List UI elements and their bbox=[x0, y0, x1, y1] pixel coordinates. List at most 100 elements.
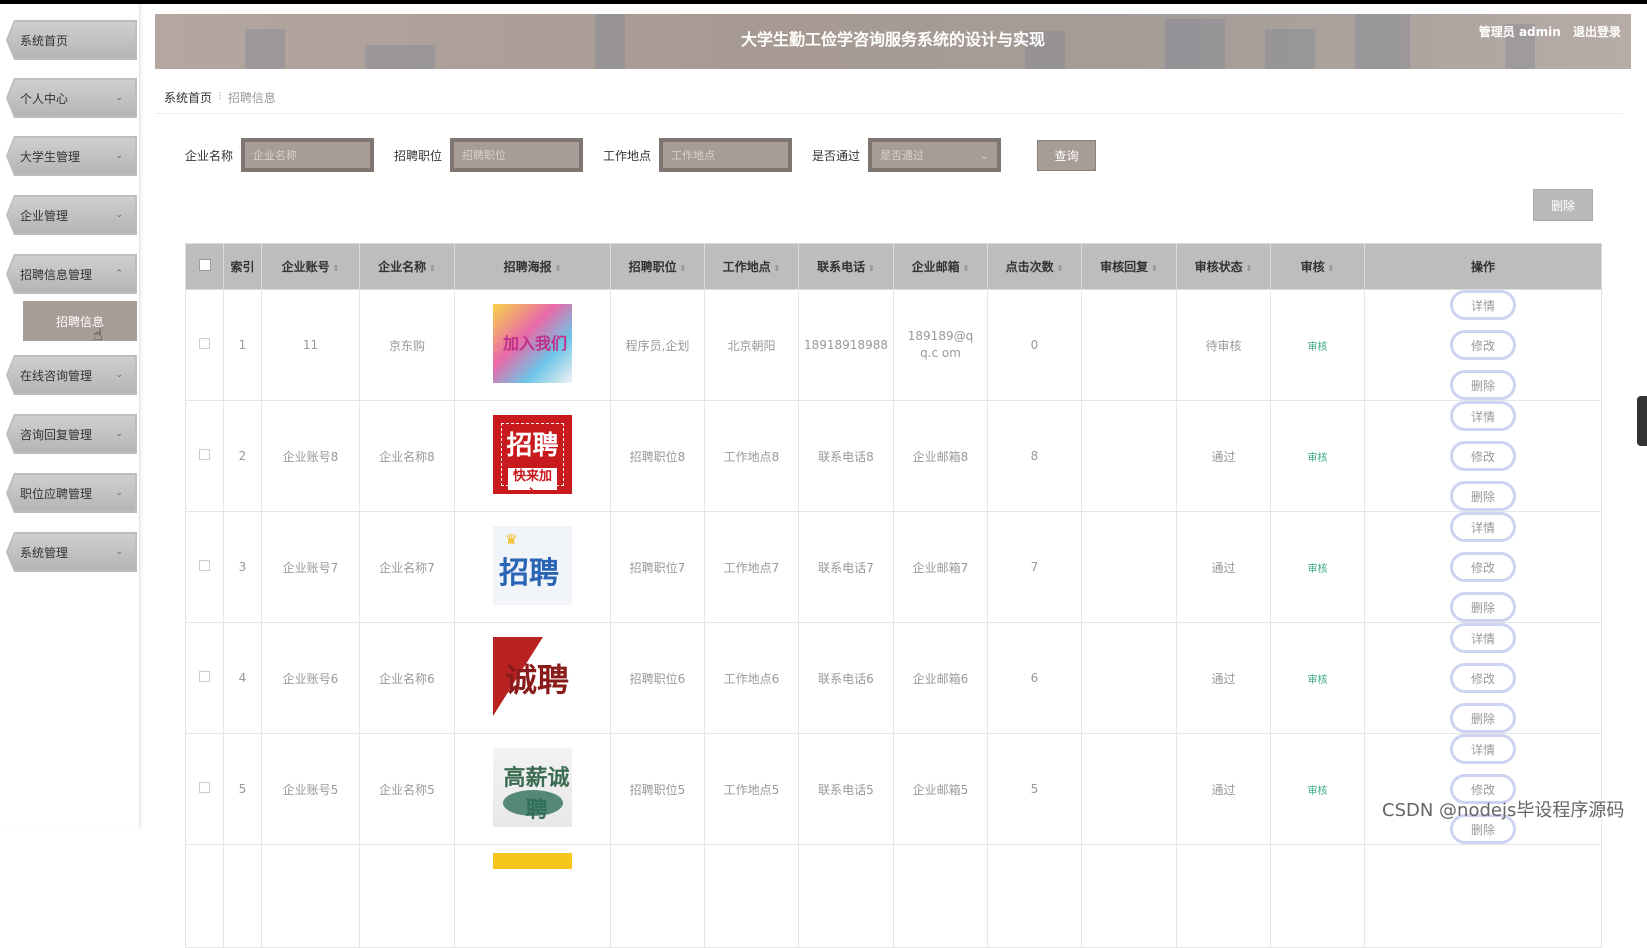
location-input[interactable]: 工作地点 bbox=[659, 138, 793, 172]
col-phone[interactable]: 联系电话 ⇕ bbox=[798, 243, 894, 290]
edit-button[interactable]: 修改 bbox=[1450, 663, 1516, 693]
col-company[interactable]: 企业名称 ⇕ bbox=[359, 243, 455, 290]
edit-button[interactable]: 修改 bbox=[1450, 441, 1516, 471]
row-checkbox-cell bbox=[185, 622, 224, 734]
cell-empty bbox=[359, 844, 455, 948]
detail-button[interactable]: 详情 bbox=[1450, 401, 1516, 431]
cell-audit: 审核 bbox=[1270, 622, 1365, 734]
cell-reply bbox=[1081, 622, 1177, 734]
col-label: 企业邮箱 bbox=[911, 260, 960, 274]
cell-empty bbox=[987, 844, 1082, 948]
query-button[interactable]: 查询 bbox=[1037, 139, 1097, 171]
audit-link[interactable]: 审核 bbox=[1308, 342, 1328, 353]
position-input[interactable]: 招聘职位 bbox=[450, 138, 584, 172]
poster-image: 招聘快来加入 bbox=[493, 415, 572, 494]
cell-poster: ♛ 招聘 bbox=[454, 511, 611, 623]
sidebar-item-label: 大学生管理 bbox=[20, 149, 81, 164]
table-row-partial bbox=[185, 844, 1602, 948]
top-border bbox=[0, 0, 1647, 4]
delete-button[interactable]: 删除 bbox=[1450, 703, 1516, 733]
delete-button[interactable]: 删除 bbox=[1450, 370, 1516, 400]
user-area: 管理员 admin 退出登录 bbox=[1471, 23, 1621, 40]
table-row: 2 企业账号8 企业名称8 招聘快来加入 招聘职位8 工作地点8 联系电话8 企… bbox=[185, 400, 1602, 512]
select-all-header bbox=[185, 243, 224, 290]
logout-link[interactable]: 退出登录 bbox=[1573, 25, 1621, 39]
cell-clicks: 8 bbox=[987, 400, 1082, 512]
sidebar-subitem-recruitment-info[interactable]: 招聘信息 bbox=[23, 301, 137, 341]
edit-button[interactable]: 修改 bbox=[1450, 552, 1516, 582]
col-account[interactable]: 企业账号 ⇕ bbox=[261, 243, 360, 290]
cell-location: 工作地点7 bbox=[704, 511, 799, 623]
sidebar-item-consult-reply[interactable]: 咨询回复管理 ⌄ bbox=[6, 414, 137, 454]
sidebar-item-system[interactable]: 系统管理 ⌄ bbox=[6, 532, 137, 572]
company-input[interactable]: 企业名称 bbox=[241, 138, 375, 172]
col-status[interactable]: 审核状态 ⇕ bbox=[1176, 243, 1271, 290]
col-position[interactable]: 招聘职位 ⇕ bbox=[610, 243, 705, 290]
sort-icon: ⇕ bbox=[868, 264, 875, 273]
cell-position: 招聘职位8 bbox=[610, 400, 705, 512]
audit-link[interactable]: 审核 bbox=[1308, 786, 1328, 797]
audit-link[interactable]: 审核 bbox=[1308, 675, 1328, 686]
cell-account: 11 bbox=[261, 289, 360, 401]
select-all-checkbox[interactable] bbox=[198, 259, 211, 271]
passed-select[interactable]: 是否通过 ⌄ bbox=[868, 138, 1002, 172]
sidebar-item-label: 系统首页 bbox=[20, 33, 69, 48]
col-clicks[interactable]: 点击次数 ⇕ bbox=[987, 243, 1082, 290]
col-location[interactable]: 工作地点 ⇕ bbox=[704, 243, 799, 290]
chevron-down-icon: ⌄ bbox=[115, 93, 123, 103]
delete-button[interactable]: 删除 bbox=[1450, 592, 1516, 622]
sidebar-item-personal-center[interactable]: 个人中心 ⌄ bbox=[6, 78, 137, 118]
col-email[interactable]: 企业邮箱 ⇕ bbox=[893, 243, 988, 290]
row-checkbox[interactable] bbox=[199, 560, 210, 571]
divider bbox=[155, 113, 1622, 114]
sidebar-item-online-consult[interactable]: 在线咨询管理 ⌄ bbox=[6, 355, 137, 395]
col-label: 企业名称 bbox=[378, 260, 427, 274]
passed-label: 是否通过 bbox=[812, 148, 861, 163]
cell-audit: 审核 bbox=[1270, 289, 1365, 401]
audit-link[interactable]: 审核 bbox=[1308, 564, 1328, 575]
sidebar-item-label: 企业管理 bbox=[20, 208, 69, 223]
sidebar-item-students[interactable]: 大学生管理 ⌄ bbox=[6, 136, 137, 176]
col-reply[interactable]: 审核回复 ⇕ bbox=[1081, 243, 1177, 290]
cell-poster: 诚聘 bbox=[454, 622, 611, 734]
sidebar-item-applications[interactable]: 职位应聘管理 ⌄ bbox=[6, 473, 137, 513]
sidebar-item-recruitment[interactable]: 招聘信息管理 ⌃ bbox=[6, 254, 137, 294]
cell-position: 程序员,企划 bbox=[610, 289, 705, 401]
poster-sub-text: 快来加入 bbox=[508, 468, 557, 490]
poster-green-shape bbox=[503, 790, 563, 816]
row-checkbox[interactable] bbox=[199, 449, 210, 460]
row-checkbox-cell bbox=[185, 400, 224, 512]
sidebar-item-label: 系统管理 bbox=[20, 545, 69, 560]
breadcrumb-home[interactable]: 系统首页 bbox=[164, 89, 212, 106]
crown-icon: ♛ bbox=[505, 532, 518, 548]
sidebar-item-home[interactable]: 系统首页 bbox=[6, 20, 137, 60]
sidebar-item-label: 在线咨询管理 bbox=[20, 368, 93, 383]
sort-icon: ⇕ bbox=[554, 264, 562, 273]
side-scroll-handle[interactable] bbox=[1637, 396, 1647, 446]
cell-position: 招聘职位6 bbox=[610, 622, 705, 734]
detail-button[interactable]: 详情 bbox=[1450, 734, 1516, 764]
detail-button[interactable]: 详情 bbox=[1450, 512, 1516, 542]
audit-link[interactable]: 审核 bbox=[1308, 453, 1328, 464]
row-checkbox-cell bbox=[185, 844, 224, 948]
edit-button[interactable]: 修改 bbox=[1450, 330, 1516, 360]
cell-email: 企业邮箱8 bbox=[893, 400, 988, 512]
row-checkbox[interactable] bbox=[199, 671, 210, 682]
col-poster[interactable]: 招聘海报 ⇕ bbox=[454, 243, 611, 290]
cell-clicks: 7 bbox=[987, 511, 1082, 623]
cell-index: 2 bbox=[223, 400, 262, 512]
col-audit[interactable]: 审核 ⇕ bbox=[1270, 243, 1365, 290]
cell-location: 工作地点8 bbox=[704, 400, 799, 512]
row-checkbox[interactable] bbox=[199, 338, 210, 349]
cell-actions: 详情 修改 删除 bbox=[1364, 622, 1602, 734]
cell-clicks: 0 bbox=[987, 289, 1082, 401]
cell-audit: 审核 bbox=[1270, 400, 1365, 512]
batch-delete-button[interactable]: 删除 bbox=[1533, 189, 1593, 221]
sidebar-item-companies[interactable]: 企业管理 ⌄ bbox=[6, 195, 137, 235]
detail-button[interactable]: 详情 bbox=[1450, 623, 1516, 653]
detail-button[interactable]: 详情 bbox=[1450, 290, 1516, 320]
col-label: 联系电话 bbox=[817, 260, 866, 274]
delete-button[interactable]: 删除 bbox=[1450, 481, 1516, 511]
row-checkbox-cell bbox=[185, 289, 224, 401]
row-checkbox[interactable] bbox=[199, 782, 210, 793]
